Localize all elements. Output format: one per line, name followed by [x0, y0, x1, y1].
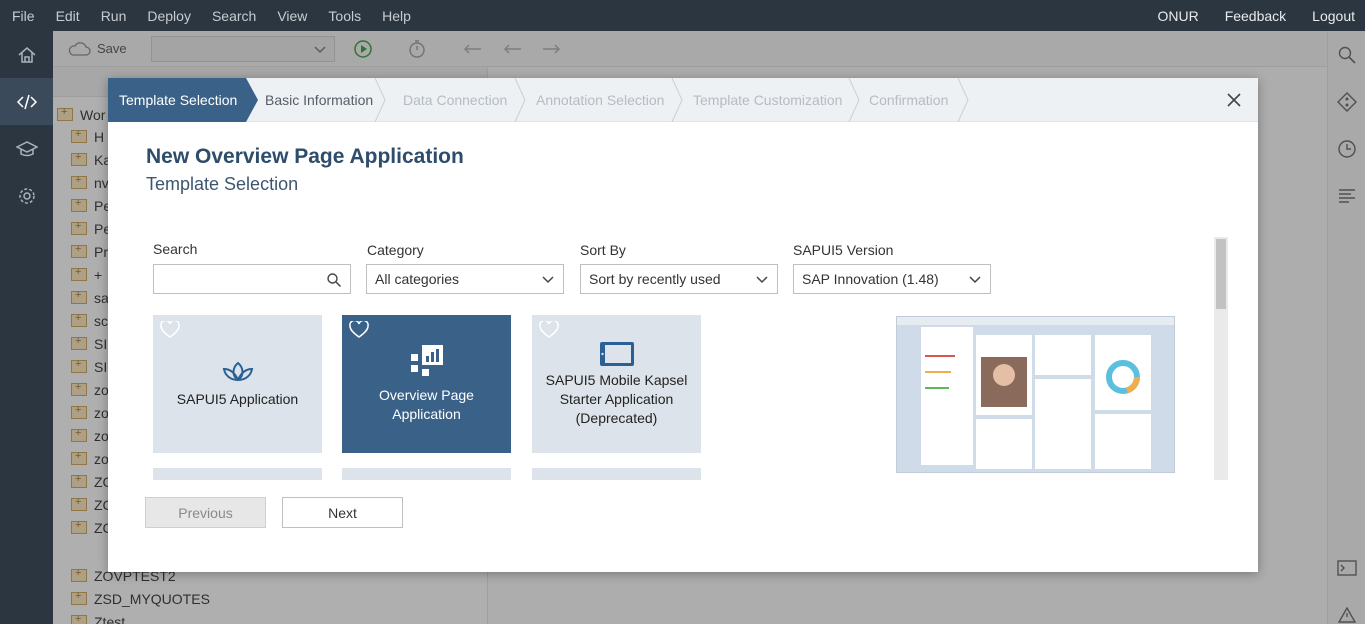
- template-tile-stub[interactable]: [532, 468, 701, 480]
- previous-button[interactable]: Previous: [145, 497, 266, 528]
- new-project-dialog: Template Selection Basic Information Dat…: [108, 78, 1258, 572]
- menu-tools[interactable]: Tools: [328, 8, 361, 24]
- favorite-heart-icon[interactable]: [160, 321, 180, 339]
- menu-help[interactable]: Help: [382, 8, 411, 24]
- left-nav-rail: [0, 31, 53, 624]
- user-area: ONUR Feedback Logout: [1131, 0, 1355, 31]
- step-separator: [374, 78, 386, 122]
- home-icon[interactable]: [0, 31, 53, 78]
- tile-label: Overview Page Application: [379, 387, 474, 422]
- version-label: SAPUI5 Version: [793, 242, 894, 258]
- learning-icon[interactable]: [0, 125, 53, 172]
- step-separator: [957, 78, 969, 122]
- chevron-down-icon: [542, 276, 554, 284]
- category-select[interactable]: All categories: [366, 264, 564, 294]
- menu-search[interactable]: Search: [212, 8, 256, 24]
- favorite-heart-icon[interactable]: [539, 321, 559, 339]
- search-icon: [327, 273, 342, 288]
- user-name[interactable]: ONUR: [1157, 8, 1198, 24]
- sort-label: Sort By: [580, 242, 626, 258]
- dialog-subtitle: Template Selection: [146, 174, 299, 194]
- step-annotation-selection: Annotation Selection: [536, 92, 665, 108]
- version-select[interactable]: SAP Innovation (1.48): [793, 264, 991, 294]
- tile-label: SAPUI5 Application: [176, 390, 299, 407]
- tablet-icon: [599, 341, 634, 366]
- feedback-link[interactable]: Feedback: [1225, 8, 1286, 24]
- menu-view[interactable]: View: [277, 8, 307, 24]
- template-preview-image: [896, 316, 1175, 473]
- step-separator: [514, 78, 526, 122]
- chevron-down-icon: [969, 276, 981, 284]
- dialog-title: New Overview Page Application: [146, 145, 464, 168]
- scrollbar-thumb[interactable]: [1216, 239, 1226, 309]
- menu-edit[interactable]: Edit: [56, 8, 80, 24]
- menu-bar: File Edit Run Deploy Search View Tools H…: [0, 0, 1365, 31]
- template-tile-sapui5-application[interactable]: SAPUI5 Application: [153, 315, 322, 453]
- step-template-customization: Template Customization: [693, 92, 843, 108]
- next-button[interactable]: Next: [282, 497, 403, 528]
- step-confirmation: Confirmation: [869, 92, 949, 108]
- step-data-connection: Data Connection: [403, 92, 508, 108]
- settings-gear-icon[interactable]: [0, 172, 53, 219]
- step-basic-information[interactable]: Basic Information: [265, 78, 373, 122]
- search-label: Search: [153, 241, 198, 257]
- step-template-selection[interactable]: Template Selection: [108, 78, 258, 122]
- close-icon: [1227, 93, 1241, 107]
- search-input[interactable]: [153, 264, 351, 294]
- favorite-heart-icon[interactable]: [349, 321, 369, 339]
- menu-run[interactable]: Run: [101, 8, 127, 24]
- logout-link[interactable]: Logout: [1312, 8, 1355, 24]
- overview-chart-icon: [410, 345, 443, 376]
- template-tile-stub[interactable]: [153, 468, 322, 480]
- flower-icon: [222, 361, 253, 381]
- sort-select[interactable]: Sort by recently used: [580, 264, 778, 294]
- menu-deploy[interactable]: Deploy: [147, 8, 191, 24]
- tile-label: SAPUI5 Mobile Kapsel Starter Application…: [545, 371, 688, 426]
- category-label: Category: [367, 242, 424, 258]
- close-button[interactable]: [1224, 90, 1244, 110]
- template-tile-overview-page[interactable]: Overview Page Application: [342, 315, 511, 453]
- template-tiles: SAPUI5 Application Overview Page Applica…: [153, 315, 973, 480]
- template-tile-stub[interactable]: [342, 468, 511, 480]
- wizard-steps: Template Selection Basic Information Dat…: [108, 78, 1258, 122]
- chevron-down-icon: [756, 276, 768, 284]
- template-tile-mobile-kapsel[interactable]: SAPUI5 Mobile Kapsel Starter Application…: [532, 315, 701, 453]
- step-separator: [671, 78, 683, 122]
- step-separator: [848, 78, 860, 122]
- code-icon[interactable]: [0, 78, 53, 125]
- menu-file[interactable]: File: [12, 8, 35, 24]
